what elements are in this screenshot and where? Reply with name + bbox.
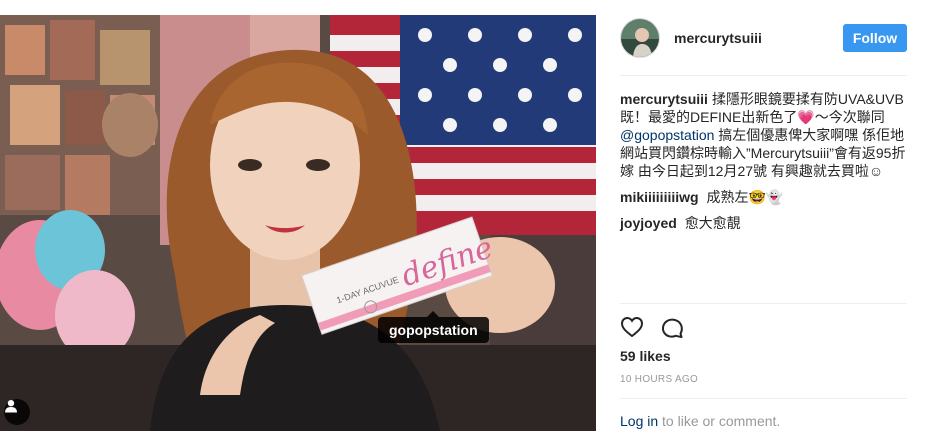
photo-image: 1-DAY ACUVUE define bbox=[0, 15, 596, 431]
login-prompt-text: to like or comment. bbox=[658, 413, 781, 429]
post-timestamp[interactable]: 10 HOURS AGO bbox=[620, 374, 698, 385]
tagged-users-button[interactable] bbox=[4, 399, 30, 425]
heart-icon[interactable] bbox=[620, 315, 644, 339]
comments-list: mercurytsuiii 揉隱形眼鏡要揉有防UVA&UVB既！最愛的DEFINE… bbox=[620, 90, 907, 240]
comment-username[interactable]: mercurytsuiii bbox=[620, 91, 708, 107]
avatar[interactable] bbox=[620, 18, 660, 58]
post-photo[interactable]: 1-DAY ACUVUE define gopopstation bbox=[0, 15, 596, 431]
login-divider bbox=[620, 398, 907, 399]
caption-comment: mercurytsuiii 揉隱形眼鏡要揉有防UVA&UVB既！最愛的DEFINE… bbox=[620, 90, 907, 180]
list-item: joyjoyed 愈大愈靚 bbox=[620, 214, 907, 232]
list-item: mikiiiiiiiiiwg 成熟左🤓👻 bbox=[620, 188, 907, 206]
username[interactable]: mercurytsuiii bbox=[674, 30, 843, 46]
header-divider bbox=[620, 75, 907, 76]
user-tag-label[interactable]: gopopstation bbox=[378, 311, 489, 343]
login-link[interactable]: Log in bbox=[620, 413, 658, 429]
comment-username[interactable]: joyjoyed bbox=[620, 215, 677, 231]
login-prompt: Log in to like or comment. bbox=[620, 413, 780, 429]
post-header: mercurytsuiii Follow bbox=[620, 15, 907, 61]
post-actions bbox=[620, 315, 684, 339]
comment-text: 成熟左🤓👻 bbox=[706, 189, 784, 205]
comment-username[interactable]: mikiiiiiiiiiwg bbox=[620, 189, 699, 205]
avatar-image bbox=[621, 19, 659, 57]
comment-text: 愈大愈靚 bbox=[684, 215, 741, 231]
post-side-panel: mercurytsuiii Follow mercurytsuiii 揉隱形眼鏡要… bbox=[596, 0, 929, 445]
likes-count[interactable]: 59 likes bbox=[620, 348, 671, 364]
follow-button[interactable]: Follow bbox=[843, 24, 907, 52]
comment-icon[interactable] bbox=[660, 315, 684, 339]
mention-link[interactable]: @gopopstation bbox=[620, 127, 714, 143]
person-icon bbox=[5, 400, 17, 413]
actions-divider bbox=[620, 303, 907, 304]
